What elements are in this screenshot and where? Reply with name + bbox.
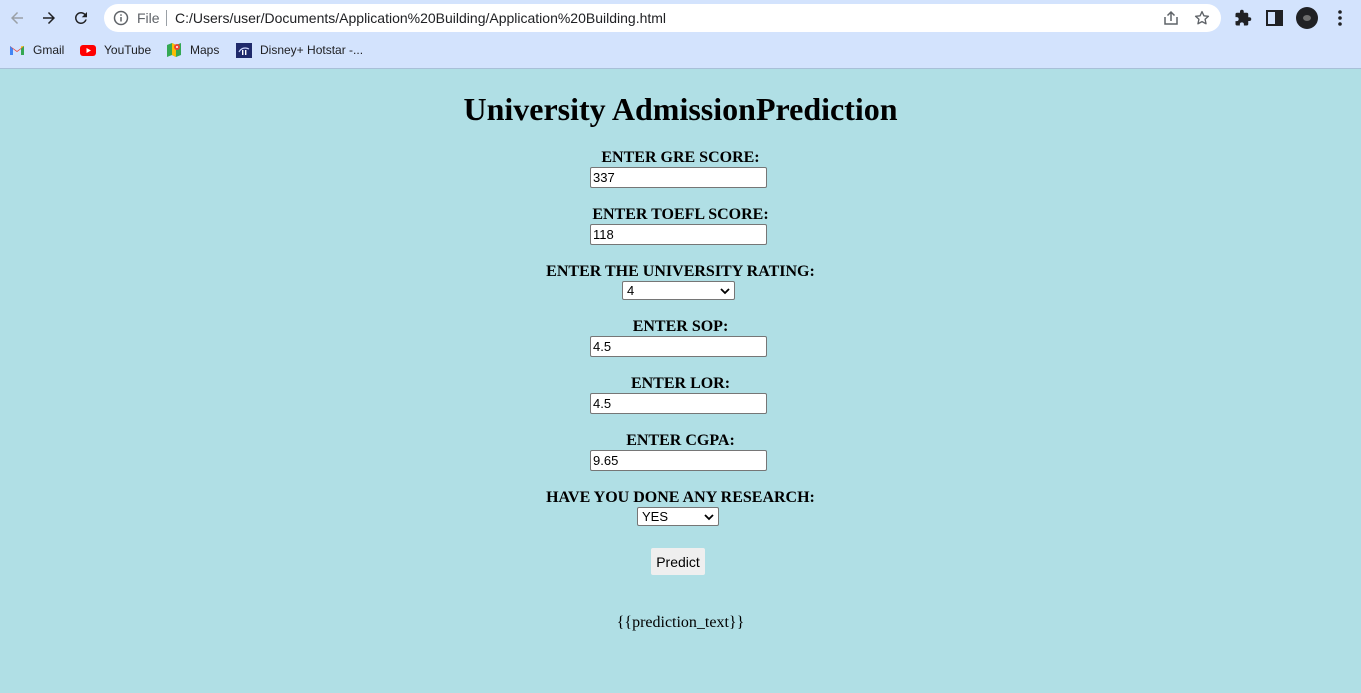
- bookmark-label: Gmail: [33, 43, 65, 57]
- bookmark-label: Maps: [190, 43, 220, 57]
- more-menu-icon[interactable]: [1332, 9, 1348, 27]
- toefl-score-input[interactable]: [590, 224, 767, 245]
- research-value: YES: [642, 509, 669, 524]
- omnibox-divider: [166, 10, 167, 26]
- sop-input[interactable]: [590, 336, 767, 357]
- scheme-label: File: [137, 10, 160, 26]
- youtube-icon: [80, 45, 96, 56]
- cgpa-input[interactable]: [590, 450, 767, 471]
- chevron-down-icon: [704, 514, 714, 521]
- bookmark-hotstar[interactable]: Disney+ Hotstar -...: [236, 40, 363, 60]
- info-icon[interactable]: [113, 10, 129, 26]
- share-icon[interactable]: [1162, 9, 1180, 27]
- reload-icon: [74, 11, 87, 24]
- toefl-score-label: ENTER TOEFL SCORE:: [592, 206, 769, 223]
- gre-score-label: ENTER GRE SCORE:: [601, 149, 760, 166]
- reload-button[interactable]: [69, 6, 93, 30]
- bookmark-maps[interactable]: Maps: [166, 40, 219, 60]
- forward-button[interactable]: [37, 6, 61, 30]
- hotstar-icon: [236, 43, 252, 58]
- extensions-puzzle-icon[interactable]: [1234, 9, 1252, 27]
- research-label: HAVE YOU DONE ANY RESEARCH:: [546, 489, 815, 506]
- back-button[interactable]: [5, 6, 29, 30]
- side-panel-icon[interactable]: [1266, 10, 1283, 26]
- chevron-down-icon: [720, 288, 730, 295]
- bookmark-gmail[interactable]: Gmail: [9, 40, 64, 60]
- prediction-text: {{prediction_text}}: [616, 614, 745, 631]
- university-rating-label: ENTER THE UNIVERSITY RATING:: [546, 263, 815, 280]
- cgpa-label: ENTER CGPA:: [626, 432, 735, 449]
- page-content: University AdmissionPrediction ENTER GRE…: [0, 69, 1361, 693]
- lor-input[interactable]: [590, 393, 767, 414]
- lor-label: ENTER LOR:: [630, 375, 731, 392]
- browser-chrome: File C:/Users/user/Documents/Application…: [0, 0, 1361, 69]
- address-bar[interactable]: File C:/Users/user/Documents/Application…: [104, 4, 1221, 32]
- gre-score-input[interactable]: [590, 167, 767, 188]
- bookmarks-bar: Gmail YouTube Maps Disney+ Hotstar -...: [0, 40, 1361, 60]
- gmail-icon: [10, 46, 24, 55]
- maps-icon: [167, 43, 181, 57]
- forward-arrow-icon: [43, 12, 55, 24]
- url-text[interactable]: C:/Users/user/Documents/Application%20Bu…: [175, 10, 666, 26]
- profile-avatar[interactable]: [1296, 7, 1318, 29]
- page-title: University AdmissionPrediction: [463, 91, 898, 127]
- bookmark-youtube[interactable]: YouTube: [80, 40, 151, 60]
- bookmark-label: YouTube: [104, 43, 152, 57]
- bookmark-label: Disney+ Hotstar -...: [260, 43, 364, 57]
- back-arrow-icon: [11, 12, 23, 24]
- university-rating-value: 4: [627, 283, 635, 298]
- sop-label: ENTER SOP:: [632, 318, 729, 335]
- research-select[interactable]: YES: [637, 507, 719, 526]
- predict-button[interactable]: Predict: [651, 548, 705, 575]
- bookmark-star-icon[interactable]: [1193, 9, 1211, 27]
- university-rating-select[interactable]: 4: [622, 281, 735, 300]
